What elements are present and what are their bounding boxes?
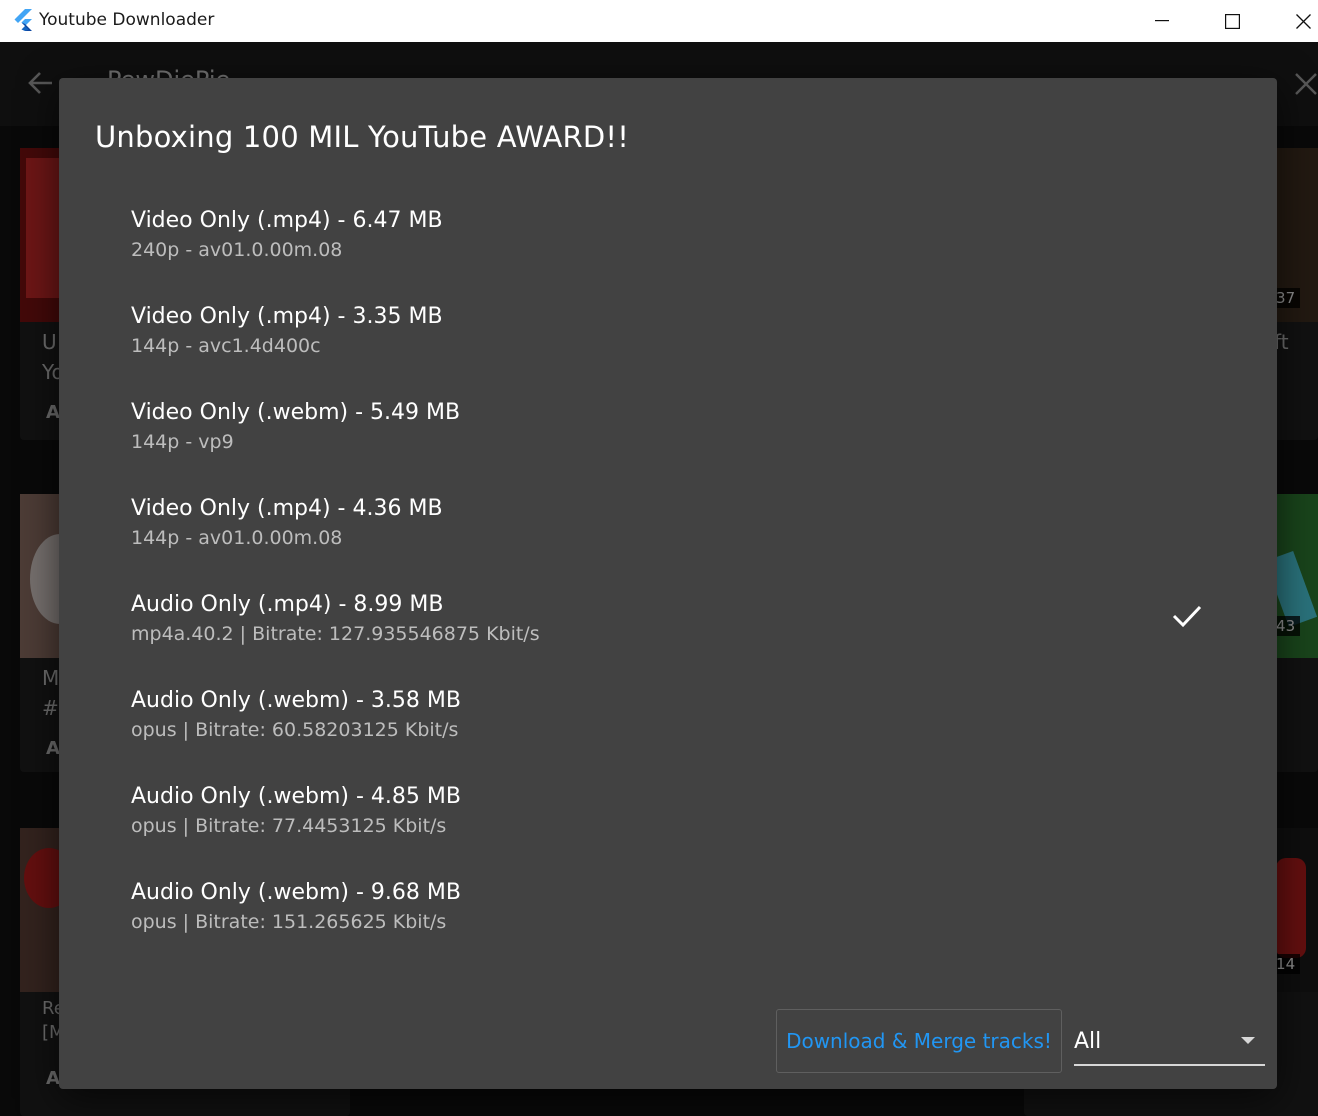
stream-title: Video Only (.mp4) - 6.47 MB	[131, 208, 443, 233]
close-window-button[interactable]	[1280, 0, 1318, 42]
stream-subtitle: opus | Bitrate: 151.265625 Kbit/s	[131, 911, 447, 933]
stream-subtitle: opus | Bitrate: 77.4453125 Kbit/s	[131, 815, 447, 837]
stream-list-item[interactable]: Audio Only (.webm) - 9.68 MB opus | Bitr…	[59, 880, 1277, 966]
stream-list-item[interactable]: Audio Only (.webm) - 4.85 MB opus | Bitr…	[59, 784, 1277, 880]
flutter-logo-icon	[14, 9, 32, 31]
stream-filter-value: All	[1074, 1029, 1102, 1054]
stream-title: Video Only (.mp4) - 4.36 MB	[131, 496, 443, 521]
dialog-title: Unboxing 100 MIL YouTube AWARD!!	[95, 120, 630, 154]
dropdown-arrow-icon	[1241, 1037, 1255, 1044]
stream-title: Audio Only (.mp4) - 8.99 MB	[131, 592, 444, 617]
stream-list-item[interactable]: Video Only (.mp4) - 3.35 MB 144p - avc1.…	[59, 304, 1277, 400]
window-titlebar: Youtube Downloader	[0, 0, 1318, 42]
stream-subtitle: mp4a.40.2 | Bitrate: 127.935546875 Kbit/…	[131, 623, 540, 645]
minimize-icon	[1155, 20, 1169, 22]
stream-list-item[interactable]: Video Only (.mp4) - 6.47 MB 240p - av01.…	[59, 208, 1277, 304]
window-title: Youtube Downloader	[39, 10, 215, 30]
stream-title: Audio Only (.webm) - 9.68 MB	[131, 880, 461, 905]
stream-title: Audio Only (.webm) - 4.85 MB	[131, 784, 461, 809]
stream-filter-dropdown[interactable]: All	[1074, 1023, 1265, 1066]
stream-subtitle: 144p - av01.0.00m.08	[131, 527, 343, 549]
stream-subtitle: 144p - vp9	[131, 431, 234, 453]
stream-list-item-clipped	[131, 176, 291, 178]
maximize-button[interactable]	[1209, 0, 1255, 42]
stream-list-item[interactable]: Video Only (.mp4) - 4.36 MB 144p - av01.…	[59, 496, 1277, 592]
stream-subtitle: 240p - av01.0.00m.08	[131, 239, 343, 261]
checkmark-icon	[1172, 605, 1202, 628]
stream-select-dialog: Unboxing 100 MIL YouTube AWARD!! Video O…	[59, 78, 1277, 1089]
stream-subtitle: opus | Bitrate: 60.58203125 Kbit/s	[131, 719, 459, 741]
maximize-icon	[1224, 13, 1240, 29]
stream-subtitle: 144p - avc1.4d400c	[131, 335, 321, 357]
stream-title: Video Only (.webm) - 5.49 MB	[131, 400, 461, 425]
stream-title: Video Only (.mp4) - 3.35 MB	[131, 304, 443, 329]
stream-list-item-selected[interactable]: Audio Only (.mp4) - 8.99 MB mp4a.40.2 | …	[59, 592, 1277, 688]
stream-list-item[interactable]: Video Only (.webm) - 5.49 MB 144p - vp9	[59, 400, 1277, 496]
minimize-button[interactable]	[1139, 0, 1185, 42]
stream-list[interactable]: Video Only (.mp4) - 6.47 MB 240p - av01.…	[59, 176, 1277, 966]
stream-list-item[interactable]: Audio Only (.webm) - 3.58 MB opus | Bitr…	[59, 688, 1277, 784]
download-merge-button[interactable]: Download & Merge tracks!	[776, 1009, 1062, 1073]
close-icon	[1295, 13, 1311, 29]
stream-title: Audio Only (.webm) - 3.58 MB	[131, 688, 461, 713]
